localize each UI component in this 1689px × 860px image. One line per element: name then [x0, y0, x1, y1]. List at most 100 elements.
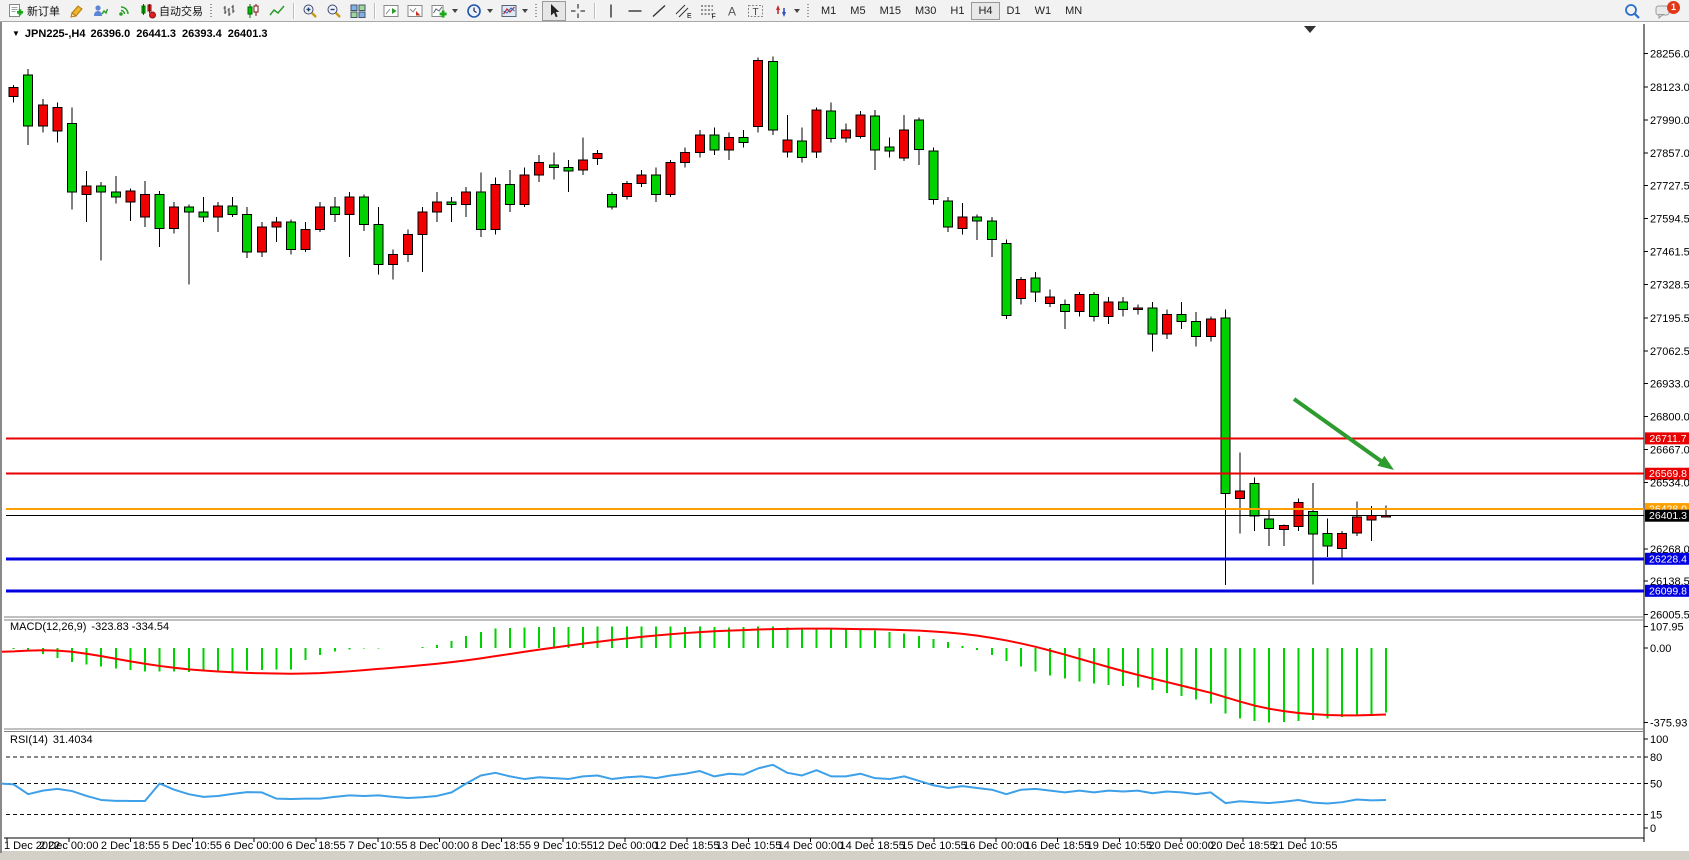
signals-button[interactable]	[112, 1, 136, 21]
zoom-in-button[interactable]	[298, 1, 322, 21]
bar-chart-icon	[221, 3, 237, 19]
indicators-caret-icon	[452, 9, 458, 13]
arrows-tool-button[interactable]	[769, 1, 804, 21]
svg-text:27990.0: 27990.0	[1650, 115, 1689, 127]
svg-text:14 Dec 00:00: 14 Dec 00:00	[778, 840, 843, 852]
svg-text:5 Dec 10:55: 5 Dec 10:55	[163, 840, 222, 852]
tile-windows-button[interactable]	[346, 1, 370, 21]
toolbar-separator	[594, 3, 595, 19]
chart-shift-button[interactable]	[379, 1, 403, 21]
tile-windows-icon	[350, 3, 366, 19]
svg-text:26005.5: 26005.5	[1650, 609, 1689, 621]
timeframe-button-M30[interactable]: M30	[908, 2, 943, 20]
horizontal-line-tool-button[interactable]	[623, 1, 647, 21]
notification-badge: 1	[1667, 1, 1680, 14]
line-chart-button[interactable]	[265, 1, 289, 21]
svg-text:9 Dec 10:55: 9 Dec 10:55	[534, 840, 593, 852]
label-tool-button[interactable]: T	[743, 1, 769, 21]
timeframe-button-H4[interactable]: H4	[971, 2, 999, 20]
ohlc-close: 26401.3	[228, 28, 268, 40]
periods-caret-icon	[487, 9, 493, 13]
svg-text:2 Dec 18:55: 2 Dec 18:55	[101, 840, 160, 852]
svg-text:100: 100	[1650, 734, 1668, 746]
timeframe-button-M5[interactable]: M5	[843, 2, 872, 20]
signal-icon	[116, 3, 132, 19]
channel-tool-button[interactable]: E	[671, 1, 696, 21]
svg-text:26268.0: 26268.0	[1650, 544, 1689, 556]
svg-text:13 Dec 10:55: 13 Dec 10:55	[716, 840, 781, 852]
toolbar-grip	[806, 3, 810, 19]
svg-text:14 Dec 18:55: 14 Dec 18:55	[839, 840, 904, 852]
timeframe-button-M1[interactable]: M1	[814, 2, 843, 20]
horizontal-line-icon	[627, 3, 643, 19]
timeframe-button-MN[interactable]: MN	[1058, 2, 1089, 20]
svg-text:27857.0: 27857.0	[1650, 148, 1689, 160]
vertical-line-tool-button[interactable]	[599, 1, 623, 21]
auto-scroll-icon	[407, 3, 423, 19]
svg-text:21 Dec 10:55: 21 Dec 10:55	[1272, 840, 1337, 852]
svg-text:19 Dec 10:55: 19 Dec 10:55	[1087, 840, 1152, 852]
styler-button[interactable]	[64, 1, 88, 21]
svg-text:27594.5: 27594.5	[1650, 213, 1689, 225]
bar-chart-button[interactable]	[217, 1, 241, 21]
svg-text:28123.0: 28123.0	[1650, 82, 1689, 94]
svg-text:50: 50	[1650, 779, 1662, 791]
svg-text:26933.0: 26933.0	[1650, 378, 1689, 390]
auto-trading-button[interactable]: 自动交易	[136, 1, 207, 21]
svg-text:-375.93: -375.93	[1650, 718, 1687, 730]
macd-name: MACD(12,26,9)	[10, 621, 86, 633]
svg-text:26711.7: 26711.7	[1649, 433, 1686, 445]
auto-trading-label: 自动交易	[159, 3, 203, 19]
svg-text:8 Dec 18:55: 8 Dec 18:55	[472, 840, 531, 852]
candlestick-button[interactable]	[241, 1, 265, 21]
toolbar-grip	[209, 3, 213, 19]
svg-text:27195.5: 27195.5	[1650, 313, 1689, 325]
svg-text:16 Dec 18:55: 16 Dec 18:55	[1025, 840, 1090, 852]
templates-icon	[501, 3, 517, 19]
zoom-in-icon	[302, 3, 318, 19]
expert-advisors-button[interactable]	[88, 1, 112, 21]
indicators-button[interactable]	[427, 1, 462, 21]
new-order-button[interactable]: 新订单	[4, 1, 64, 21]
svg-text:20 Dec 18:55: 20 Dec 18:55	[1210, 840, 1275, 852]
cursor-tool-button[interactable]	[542, 1, 566, 21]
expert-advisor-icon	[92, 3, 108, 19]
chart-canvas[interactable]: 26711.726569.826428.026401.326228.426099…	[2, 22, 1689, 860]
chart-menu-icon[interactable]: ▼	[12, 29, 20, 38]
channel-letter: E	[687, 13, 692, 19]
macd-values: -323.83 -334.54	[91, 621, 169, 633]
macd-label: MACD(12,26,9) -323.83 -334.54	[10, 621, 169, 633]
timeframe-button-D1[interactable]: D1	[1000, 2, 1028, 20]
cursor-icon	[546, 3, 562, 19]
search-icon	[1623, 2, 1641, 20]
zoom-out-icon	[326, 3, 342, 19]
zoom-out-button[interactable]	[322, 1, 346, 21]
crosshair-tool-button[interactable]	[566, 1, 590, 21]
text-tool-letter: A	[728, 4, 736, 18]
svg-text:12 Dec 18:55: 12 Dec 18:55	[654, 840, 719, 852]
arrows-icon	[773, 3, 789, 19]
toolbar-separator	[293, 3, 294, 19]
search-button[interactable]	[1619, 1, 1645, 21]
svg-text:27727.5: 27727.5	[1650, 180, 1689, 192]
fibonacci-icon: F	[700, 3, 717, 19]
chart-symbol: JPN225-,H4	[25, 28, 86, 40]
svg-text:27062.5: 27062.5	[1650, 346, 1689, 358]
templates-caret-icon	[522, 9, 528, 13]
trendline-tool-button[interactable]	[647, 1, 671, 21]
svg-text:6 Dec 18:55: 6 Dec 18:55	[286, 840, 345, 852]
auto-scroll-button[interactable]	[403, 1, 427, 21]
fibonacci-tool-button[interactable]: F	[696, 1, 721, 21]
notifications-button[interactable]: 1	[1651, 1, 1679, 21]
svg-text:27328.5: 27328.5	[1650, 280, 1689, 292]
timeframe-button-H1[interactable]: H1	[943, 2, 971, 20]
svg-text:2 Dec 00:00: 2 Dec 00:00	[39, 840, 98, 852]
periods-button[interactable]	[462, 1, 497, 21]
main-toolbar: 新订单 自动交易	[0, 0, 1689, 22]
svg-text:0.00: 0.00	[1650, 643, 1671, 655]
templates-button[interactable]	[497, 1, 532, 21]
timeframe-button-M15[interactable]: M15	[873, 2, 908, 20]
svg-text:6 Dec 00:00: 6 Dec 00:00	[225, 840, 284, 852]
text-tool-button[interactable]: A	[721, 1, 743, 21]
timeframe-button-W1[interactable]: W1	[1028, 2, 1059, 20]
